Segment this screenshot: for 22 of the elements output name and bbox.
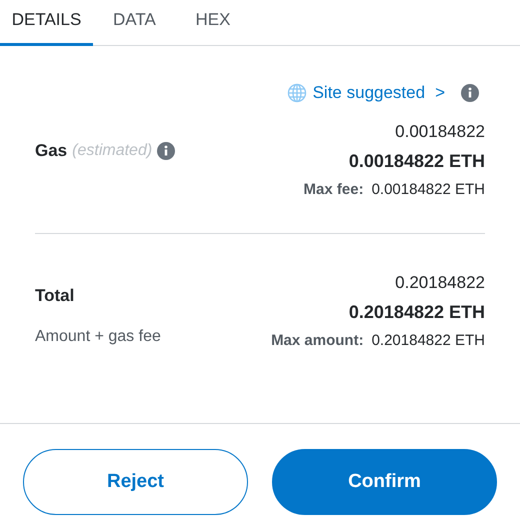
max-amount-label: Max amount: [271, 331, 364, 351]
gas-label: Gas [35, 141, 68, 161]
estimated-label: (estimated) [72, 142, 152, 160]
info-icon[interactable] [461, 84, 479, 102]
tab[interactable]: DATA [93, 0, 183, 46]
total-eth-value: 0.20184822 ETH [348, 301, 485, 324]
info-icon[interactable] [157, 142, 176, 160]
chevron-icon: > [435, 83, 445, 103]
gas-eth-value: 0.00184822 ETH [348, 150, 485, 173]
tab[interactable]: DETAILS [0, 0, 93, 46]
max-fee-value: 0.00184822 ETH [372, 180, 485, 200]
max-fee-label: Max fee: [304, 180, 364, 200]
reject-button[interactable]: Reject [23, 449, 248, 515]
site-suggested-link[interactable]: Site suggested [312, 83, 426, 103]
total-label: Total [35, 286, 76, 306]
tab[interactable]: HEX [183, 0, 243, 46]
globe-icon [286, 83, 307, 103]
max-amount-value: 0.20184822 ETH [372, 331, 485, 351]
gas-value: 0.00184822 [395, 121, 485, 143]
total-value: 0.20184822 [395, 272, 485, 294]
total-sublabel: Amount + gas fee [35, 328, 161, 346]
confirm-button[interactable]: Confirm [272, 449, 497, 515]
